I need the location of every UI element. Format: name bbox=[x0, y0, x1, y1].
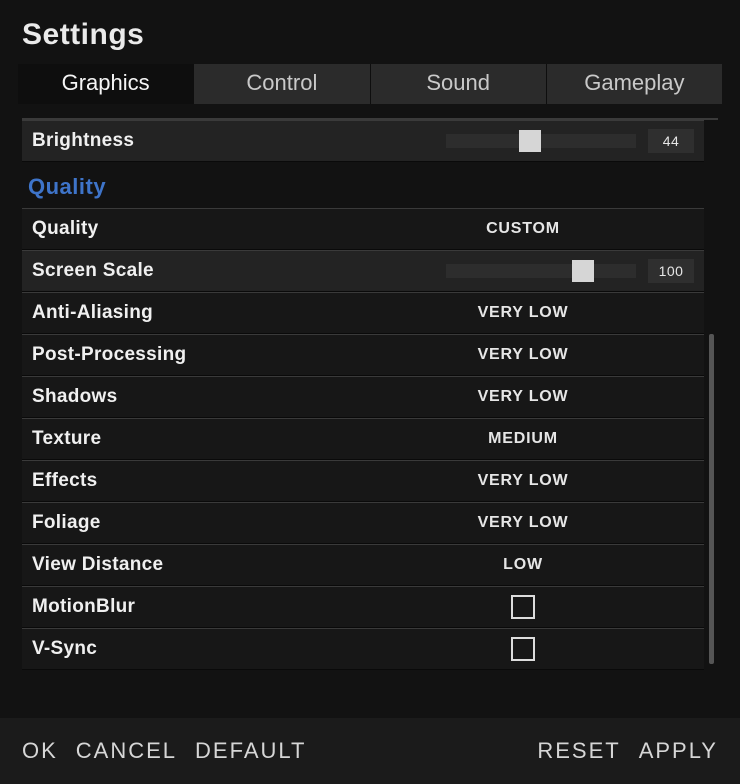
row-vsync: V-Sync bbox=[22, 628, 704, 670]
row-motion-blur: MotionBlur bbox=[22, 586, 704, 628]
label-screen-scale: Screen Scale bbox=[32, 260, 352, 282]
settings-window: Settings Graphics Control Sound Gameplay… bbox=[0, 0, 740, 784]
brightness-slider[interactable] bbox=[446, 134, 636, 148]
tab-sound[interactable]: Sound bbox=[370, 64, 546, 104]
label-texture: Texture bbox=[32, 428, 352, 450]
section-quality-heading: Quality bbox=[22, 162, 704, 208]
row-shadows: Shadows VERY LOW bbox=[22, 376, 704, 418]
brightness-slider-thumb[interactable] bbox=[519, 130, 541, 152]
value-view-distance[interactable]: LOW bbox=[503, 556, 543, 574]
row-brightness: Brightness 44 bbox=[22, 120, 704, 162]
checkbox-vsync[interactable] bbox=[511, 637, 535, 661]
value-effects[interactable]: VERY LOW bbox=[478, 472, 569, 490]
label-view-distance: View Distance bbox=[32, 554, 352, 576]
reset-button[interactable]: RESET bbox=[537, 738, 620, 764]
value-shadows[interactable]: VERY LOW bbox=[478, 388, 569, 406]
value-foliage[interactable]: VERY LOW bbox=[478, 514, 569, 532]
scrollbar[interactable] bbox=[709, 334, 714, 664]
row-post-processing: Post-Processing VERY LOW bbox=[22, 334, 704, 376]
ok-button[interactable]: OK bbox=[22, 738, 58, 764]
tab-graphics[interactable]: Graphics bbox=[18, 64, 193, 104]
value-anti-aliasing[interactable]: VERY LOW bbox=[478, 304, 569, 322]
footer: OK CANCEL DEFAULT RESET APPLY bbox=[0, 718, 740, 784]
label-brightness: Brightness bbox=[32, 130, 352, 152]
label-quality: Quality bbox=[32, 218, 352, 240]
screen-scale-slider-thumb[interactable] bbox=[572, 260, 594, 282]
value-texture[interactable]: MEDIUM bbox=[488, 430, 558, 448]
row-texture: Texture MEDIUM bbox=[22, 418, 704, 460]
label-foliage: Foliage bbox=[32, 512, 352, 534]
label-anti-aliasing: Anti-Aliasing bbox=[32, 302, 352, 324]
value-quality[interactable]: CUSTOM bbox=[486, 220, 560, 238]
label-effects: Effects bbox=[32, 470, 352, 492]
label-shadows: Shadows bbox=[32, 386, 352, 408]
brightness-value: 44 bbox=[648, 129, 694, 153]
label-post-processing: Post-Processing bbox=[32, 344, 352, 366]
row-effects: Effects VERY LOW bbox=[22, 460, 704, 502]
checkbox-motion-blur[interactable] bbox=[511, 595, 535, 619]
value-post-processing[interactable]: VERY LOW bbox=[478, 346, 569, 364]
tabs: Graphics Control Sound Gameplay bbox=[0, 64, 740, 104]
row-view-distance: View Distance LOW bbox=[22, 544, 704, 586]
row-foliage: Foliage VERY LOW bbox=[22, 502, 704, 544]
label-motion-blur: MotionBlur bbox=[32, 596, 352, 618]
page-title: Settings bbox=[0, 0, 740, 64]
row-screen-scale: Screen Scale 100 bbox=[22, 250, 704, 292]
tab-gameplay[interactable]: Gameplay bbox=[546, 64, 722, 104]
settings-panel: Brightness 44 Quality Quality CUSTOM Scr… bbox=[22, 118, 718, 678]
cancel-button[interactable]: CANCEL bbox=[76, 738, 177, 764]
apply-button[interactable]: APPLY bbox=[639, 738, 718, 764]
screen-scale-slider[interactable] bbox=[446, 264, 636, 278]
row-quality: Quality CUSTOM bbox=[22, 208, 704, 250]
screen-scale-value: 100 bbox=[648, 259, 694, 283]
default-button[interactable]: DEFAULT bbox=[195, 738, 306, 764]
panel-wrap: Brightness 44 Quality Quality CUSTOM Scr… bbox=[0, 104, 740, 718]
row-anti-aliasing: Anti-Aliasing VERY LOW bbox=[22, 292, 704, 334]
tab-control[interactable]: Control bbox=[193, 64, 369, 104]
label-vsync: V-Sync bbox=[32, 638, 352, 660]
